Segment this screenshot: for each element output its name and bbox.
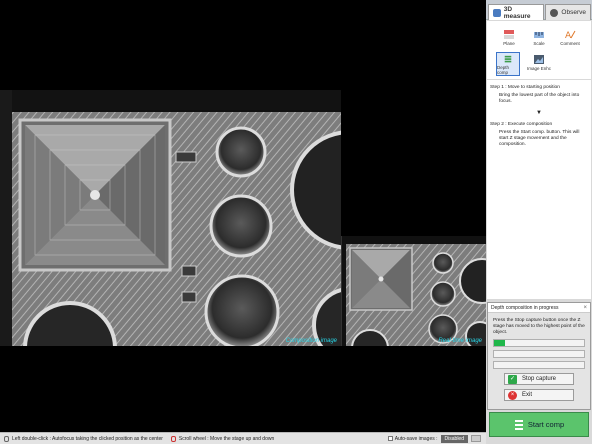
stop-capture-label: Stop capture [522,376,557,382]
composition-image-caption: Composition image [285,338,337,344]
dialog-message: Press the Stop capture button once the Z… [493,318,585,335]
progress-bar-empty [493,350,585,358]
composition-image[interactable]: Composition image [0,90,341,346]
step1-body: Bring the lowest part of the object into… [499,93,580,105]
autosave-label: Auto-save images : [394,435,438,442]
tab-observe-label: Observe [561,9,586,16]
autosave-status-badge: Disabled [440,434,468,443]
realtime-image[interactable]: Real-time image [341,236,486,346]
step1-title: Step 1 : Move to starting position [490,85,560,90]
realtime-image-caption: Real-time image [438,338,482,344]
tool-scale-label: Scale [533,41,545,46]
progress-bar [493,339,585,347]
dialog-title: Depth composition in progress [491,304,559,311]
scale-icon [534,32,544,38]
status-bar: Left double-click : Autofocus taking the… [0,432,486,444]
instructions-panel: Step 1 : Move to starting position Bring… [487,80,591,299]
start-comp-label: Start comp [527,420,565,429]
start-comp-button[interactable]: Start comp [489,412,589,437]
composition-image-graphic [0,90,341,346]
tool-scale-button[interactable]: Scale [527,27,551,51]
tool-comment-button[interactable]: A Comment [558,27,582,51]
arrow-down-icon: ▼ [536,109,542,116]
dialog-body: Press the Stop capture button once the Z… [488,313,590,409]
progress-bar-empty [493,361,585,369]
start-comp-icon [514,419,523,430]
double-click-hint: Left double-click : Autofocus taking the… [0,435,167,442]
tab-3d-measure-label: 3D measure [503,5,531,20]
exit-button[interactable]: × Exit [504,389,574,401]
mode-tabs: 3D measure Observe [486,0,592,20]
tool-image-enhance-button[interactable]: Image Enhc [527,52,551,76]
scroll-hint: Scroll wheel : Move the stage up and dow… [167,435,278,442]
double-click-hint-text: Left double-click : Autofocus taking the… [12,435,163,442]
tool-depth-comp-label: Depth comp [497,65,510,75]
dialog-title-bar: Depth composition in progress × [488,303,590,313]
tab-observe[interactable]: Observe [545,4,591,20]
3d-measure-icon [493,8,501,17]
exit-label: Exit [522,392,533,398]
exit-icon: × [508,390,517,400]
svg-text:A: A [565,31,572,40]
image-enhance-icon [534,55,544,64]
tab-3d-measure[interactable]: 3D measure [488,4,545,20]
scroll-hint-text: Scroll wheel : Move the stage up and dow… [178,435,275,442]
tool-comment-label: Comment [560,41,580,46]
tool-depth-comp-button[interactable]: Depth comp [496,52,520,76]
camera-icon [550,8,559,17]
autosave-checkbox[interactable] [387,436,393,441]
autosave-control: Auto-save images : Disabled [387,434,486,443]
step2-body: Press the Start comp. button. This will … [499,130,580,148]
scroll-wheel-icon [170,435,176,442]
right-panel: 3D measure Observe Plane Scale A Comment [486,0,592,444]
close-icon[interactable]: × [583,305,587,311]
tool-palette: Plane Scale A Comment Depth comp Image E… [487,21,591,79]
stop-capture-button[interactable]: ✓ Stop capture [504,373,574,385]
progress-fill [494,340,505,346]
realtime-image-graphic [342,236,486,346]
image-viewer[interactable]: Composition image Real-time image [0,0,486,432]
depth-comp-icon [504,55,512,63]
check-icon: ✓ [508,374,517,384]
comment-icon: A [565,30,576,40]
step2-title: Step 2 : Execute composition [490,121,553,127]
tool-plane-button[interactable]: Plane [497,27,521,51]
tool-plane-label: Plane [503,41,515,46]
tool-image-enhance-label: Image Enhc [527,66,552,71]
autosave-settings-button[interactable] [471,435,481,442]
depth-composition-dialog: Depth composition in progress × Press th… [487,302,591,410]
plane-icon [504,30,514,39]
mouse-icon [4,435,9,442]
